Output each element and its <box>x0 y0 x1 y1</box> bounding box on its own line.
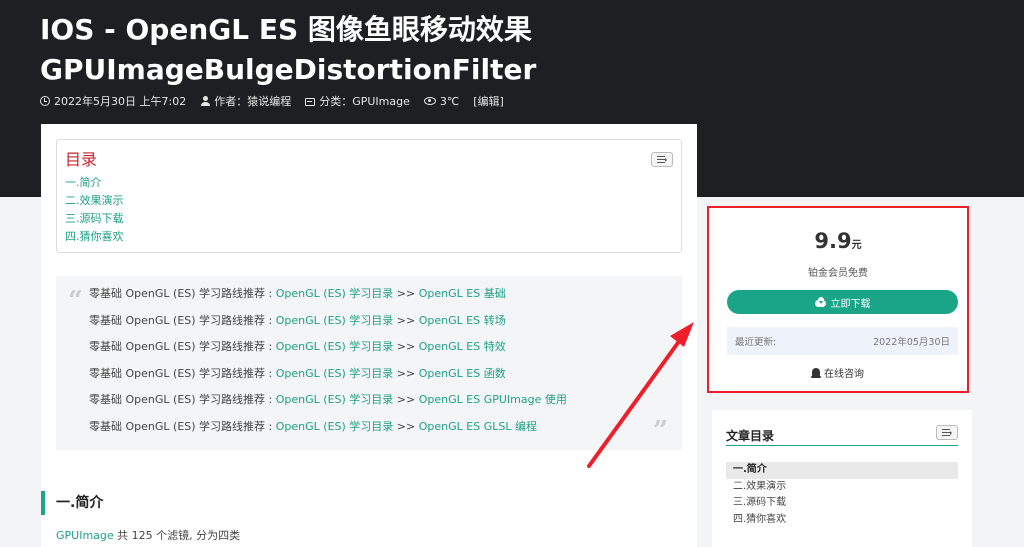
quote-link-directory[interactable]: OpenGL (ES) 学习目录 <box>276 367 394 380</box>
toc-toggle-icon[interactable] <box>651 152 673 167</box>
sidebar-toc-list: 一.简介 二.效果演示 三.源码下载 四.猜你喜欢 <box>726 462 958 528</box>
user-icon <box>200 96 210 106</box>
last-updated-label: 最近更新: <box>735 337 777 348</box>
last-updated-row: 最近更新: 2022年05月30日 <box>727 327 958 355</box>
learning-path-quote: “ ” 零基础 OpenGL (ES) 学习路线推荐 : OpenGL (ES)… <box>56 276 682 450</box>
cloud-download-icon <box>814 296 826 307</box>
quote-link-directory[interactable]: OpenGL (ES) 学习目录 <box>276 340 394 353</box>
quote-link-topic[interactable]: OpenGL ES 转场 <box>419 314 506 327</box>
gpuimage-link[interactable]: GPUImage <box>56 529 114 542</box>
quote-link-topic[interactable]: OpenGL ES 函数 <box>419 367 506 380</box>
quote-line: 零基础 OpenGL (ES) 学习路线推荐 : OpenGL (ES) 学习目… <box>89 308 567 335</box>
sidebar-toc-item-source[interactable]: 三.源码下载 <box>726 495 958 512</box>
meta-category-text[interactable]: 分类：GPUImage <box>319 93 410 109</box>
quote-prefix: 零基础 OpenGL (ES) 学习路线推荐 : <box>89 393 276 407</box>
article-meta: 2022年5月30日 上午7:02 作者：猿说编程 分类：GPUImage 3℃… <box>40 93 504 109</box>
article-body: 目录 一.简介 二.效果演示 三.源码下载 四.猜你喜欢 “ ” 零基础 Ope… <box>41 124 697 547</box>
meta-author-text[interactable]: 作者：猿说编程 <box>214 93 291 109</box>
download-button[interactable]: 立即下载 <box>727 290 958 314</box>
quote-line: 零基础 OpenGL (ES) 学习路线推荐 : OpenGL (ES) 学习目… <box>89 414 567 441</box>
toc-link-source[interactable]: 三.源码下载 <box>65 210 124 228</box>
meta-views-text: 3℃ <box>439 94 460 108</box>
table-of-contents: 目录 一.简介 二.效果演示 三.源码下载 四.猜你喜欢 <box>56 139 682 253</box>
quote-link-topic[interactable]: OpenGL ES 基础 <box>419 287 506 300</box>
meta-datetime: 2022年5月30日 上午7:02 <box>40 93 186 109</box>
meta-datetime-text: 2022年5月30日 上午7:02 <box>54 95 187 108</box>
quote-prefix: 零基础 OpenGL (ES) 学习路线推荐 : <box>89 419 276 433</box>
toc-link-intro[interactable]: 一.简介 <box>65 174 124 192</box>
sidebar-toc-item-recommend[interactable]: 四.猜你喜欢 <box>726 512 958 529</box>
meta-views: 3℃ <box>423 94 460 108</box>
quote-sep: >> <box>393 340 419 354</box>
quote-lines: 零基础 OpenGL (ES) 学习路线推荐 : OpenGL (ES) 学习目… <box>89 281 567 441</box>
article-title: IOS - OpenGL ES 图像鱼眼移动效果 GPUImageBulgeDi… <box>40 10 536 90</box>
intro-paragraph: GPUImage 共 125 个滤镜, 分为四类 <box>56 527 240 543</box>
quote-line: 零基础 OpenGL (ES) 学习路线推荐 : OpenGL (ES) 学习目… <box>89 387 567 414</box>
online-consult-label: 在线咨询 <box>824 369 864 380</box>
quote-link-directory[interactable]: OpenGL (ES) 学习目录 <box>276 314 394 327</box>
quote-link-directory[interactable]: OpenGL (ES) 学习目录 <box>276 420 394 433</box>
article-title-line1: IOS - OpenGL ES 图像鱼眼移动效果 <box>40 13 532 46</box>
sidebar-toc-item-demo[interactable]: 二.效果演示 <box>726 479 958 496</box>
clock-icon <box>40 96 50 106</box>
quote-sep: >> <box>393 313 419 327</box>
toc-title: 目录 <box>65 150 98 169</box>
last-updated-date: 2022年05月30日 <box>873 337 950 348</box>
download-button-label: 立即下载 <box>830 298 871 310</box>
quote-line: 零基础 OpenGL (ES) 学习路线推荐 : OpenGL (ES) 学习目… <box>89 281 567 308</box>
sidebar-toc-divider <box>726 445 958 446</box>
quote-link-directory[interactable]: OpenGL (ES) 学习目录 <box>276 393 394 406</box>
article-title-line2: GPUImageBulgeDistortionFilter <box>40 53 537 86</box>
quote-sep: >> <box>393 393 419 407</box>
sidebar-article-toc: 文章目录 一.简介 二.效果演示 三.源码下载 四.猜你喜欢 <box>712 410 972 547</box>
quote-sep: >> <box>393 366 419 380</box>
edit-link[interactable]: [编辑] <box>473 93 504 109</box>
folder-icon <box>305 98 316 106</box>
quote-link-topic[interactable]: OpenGL ES 特效 <box>419 340 506 353</box>
intro-text: 共 125 个滤镜, 分为四类 <box>113 529 241 542</box>
quote-line: 零基础 OpenGL (ES) 学习路线推荐 : OpenGL (ES) 学习目… <box>89 334 567 361</box>
quote-prefix: 零基础 OpenGL (ES) 学习路线推荐 : <box>89 366 276 380</box>
price-unit: 元 <box>851 240 862 251</box>
meta-category[interactable]: 分类：GPUImage <box>305 93 410 109</box>
quote-link-topic[interactable]: OpenGL ES GLSL 编程 <box>419 420 537 433</box>
open-quote-icon: “ <box>68 286 83 316</box>
price: 9.9元 <box>709 229 967 253</box>
member-free-text: 铂金会员免费 <box>808 268 868 279</box>
sidebar-toc-item-intro[interactable]: 一.简介 <box>726 462 958 479</box>
price-value: 9.9 <box>814 229 852 253</box>
quote-link-topic[interactable]: OpenGL ES GPUImage 使用 <box>419 393 567 406</box>
close-quote-icon: ” <box>653 416 668 446</box>
meta-author[interactable]: 作者：猿说编程 <box>200 93 291 109</box>
sidebar-toc-toggle-icon[interactable] <box>936 425 958 440</box>
download-price-card: 9.9元 铂金会员免费 立即下载 最近更新: 2022年05月30日 在线咨询 <box>707 206 969 393</box>
quote-sep: >> <box>393 287 419 300</box>
quote-sep: >> <box>393 419 419 433</box>
toc-links: 一.简介 二.效果演示 三.源码下载 四.猜你喜欢 <box>65 174 124 246</box>
section-heading-intro: 一.简介 <box>41 491 103 515</box>
quote-prefix: 零基础 OpenGL (ES) 学习路线推荐 : <box>89 340 276 354</box>
sidebar-toc-title: 文章目录 <box>726 429 775 443</box>
online-consult-button[interactable]: 在线咨询 <box>709 365 967 380</box>
toc-link-demo[interactable]: 二.效果演示 <box>65 192 124 210</box>
eye-icon <box>423 97 436 105</box>
quote-line: 零基础 OpenGL (ES) 学习路线推荐 : OpenGL (ES) 学习目… <box>89 361 567 388</box>
quote-prefix: 零基础 OpenGL (ES) 学习路线推荐 : <box>89 287 276 300</box>
quote-prefix: 零基础 OpenGL (ES) 学习路线推荐 : <box>89 313 276 327</box>
qq-icon <box>811 367 821 378</box>
toc-link-recommend[interactable]: 四.猜你喜欢 <box>65 228 124 246</box>
quote-link-directory[interactable]: OpenGL (ES) 学习目录 <box>276 287 394 300</box>
